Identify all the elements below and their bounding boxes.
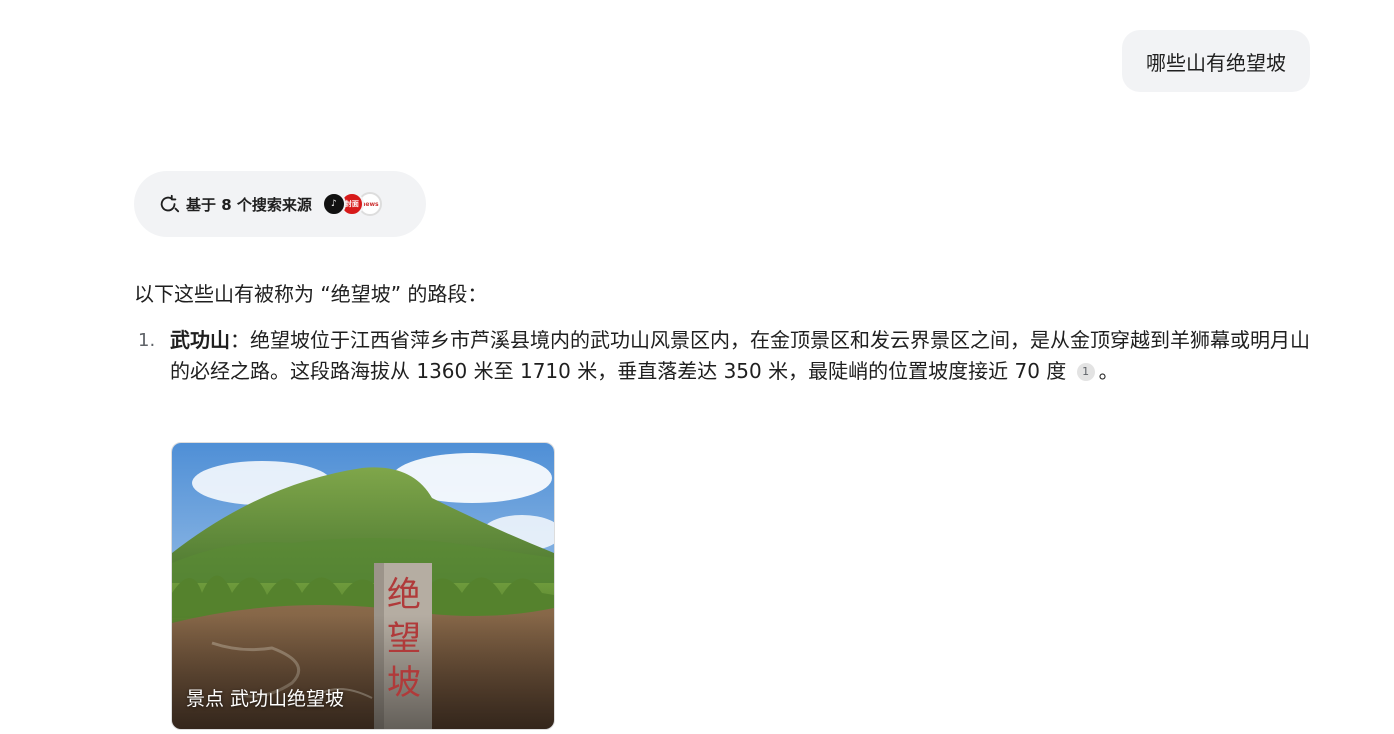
refresh-icon	[160, 194, 180, 213]
list-item-end: 。	[1098, 359, 1119, 383]
source-icon-group: ♪ 封面 news	[321, 192, 382, 216]
sources-button[interactable]: 基于 8 个搜索来源 ♪ 封面 news	[134, 171, 426, 237]
stone-char-2: 望	[387, 619, 421, 659]
image-caption: 景点 武功山绝望坡	[186, 688, 345, 710]
image-card[interactable]: 绝 望 坡 景点 武功山绝望坡	[171, 442, 555, 730]
user-message-bubble: 哪些山有绝望坡	[1122, 30, 1310, 92]
citation-badge[interactable]: 1	[1076, 362, 1095, 381]
answer-intro: 以下这些山有被称为 “绝望坡” 的路段：	[134, 282, 488, 306]
user-message-text: 哪些山有绝望坡	[1146, 50, 1286, 75]
stone-char-1: 绝	[387, 575, 421, 615]
list-item-text: ：绝望坡位于江西省萍乡市芦溪县境内的武功山风景区内，在金顶景区和发云界景区之间，…	[170, 328, 1310, 383]
stone-char-3: 坡	[387, 663, 421, 703]
list-item-title: 武功山	[170, 328, 230, 352]
list-item-number: 1.	[138, 330, 156, 351]
answer-list: 1. 武功山：绝望坡位于江西省萍乡市芦溪县境内的武功山风景区内，在金顶景区和发云…	[134, 325, 1314, 387]
chat-page: 哪些山有绝望坡 基于 8 个搜索来源 ♪ 封面 news 以下这些山有被称为 “…	[0, 0, 1394, 734]
stone-inscription: 绝 望 坡	[376, 573, 432, 705]
tiktok-icon: ♪	[321, 192, 346, 216]
list-item: 1. 武功山：绝望坡位于江西省萍乡市芦溪县境内的武功山风景区内，在金顶景区和发云…	[134, 325, 1314, 387]
sources-label: 基于 8 个搜索来源	[186, 195, 312, 214]
